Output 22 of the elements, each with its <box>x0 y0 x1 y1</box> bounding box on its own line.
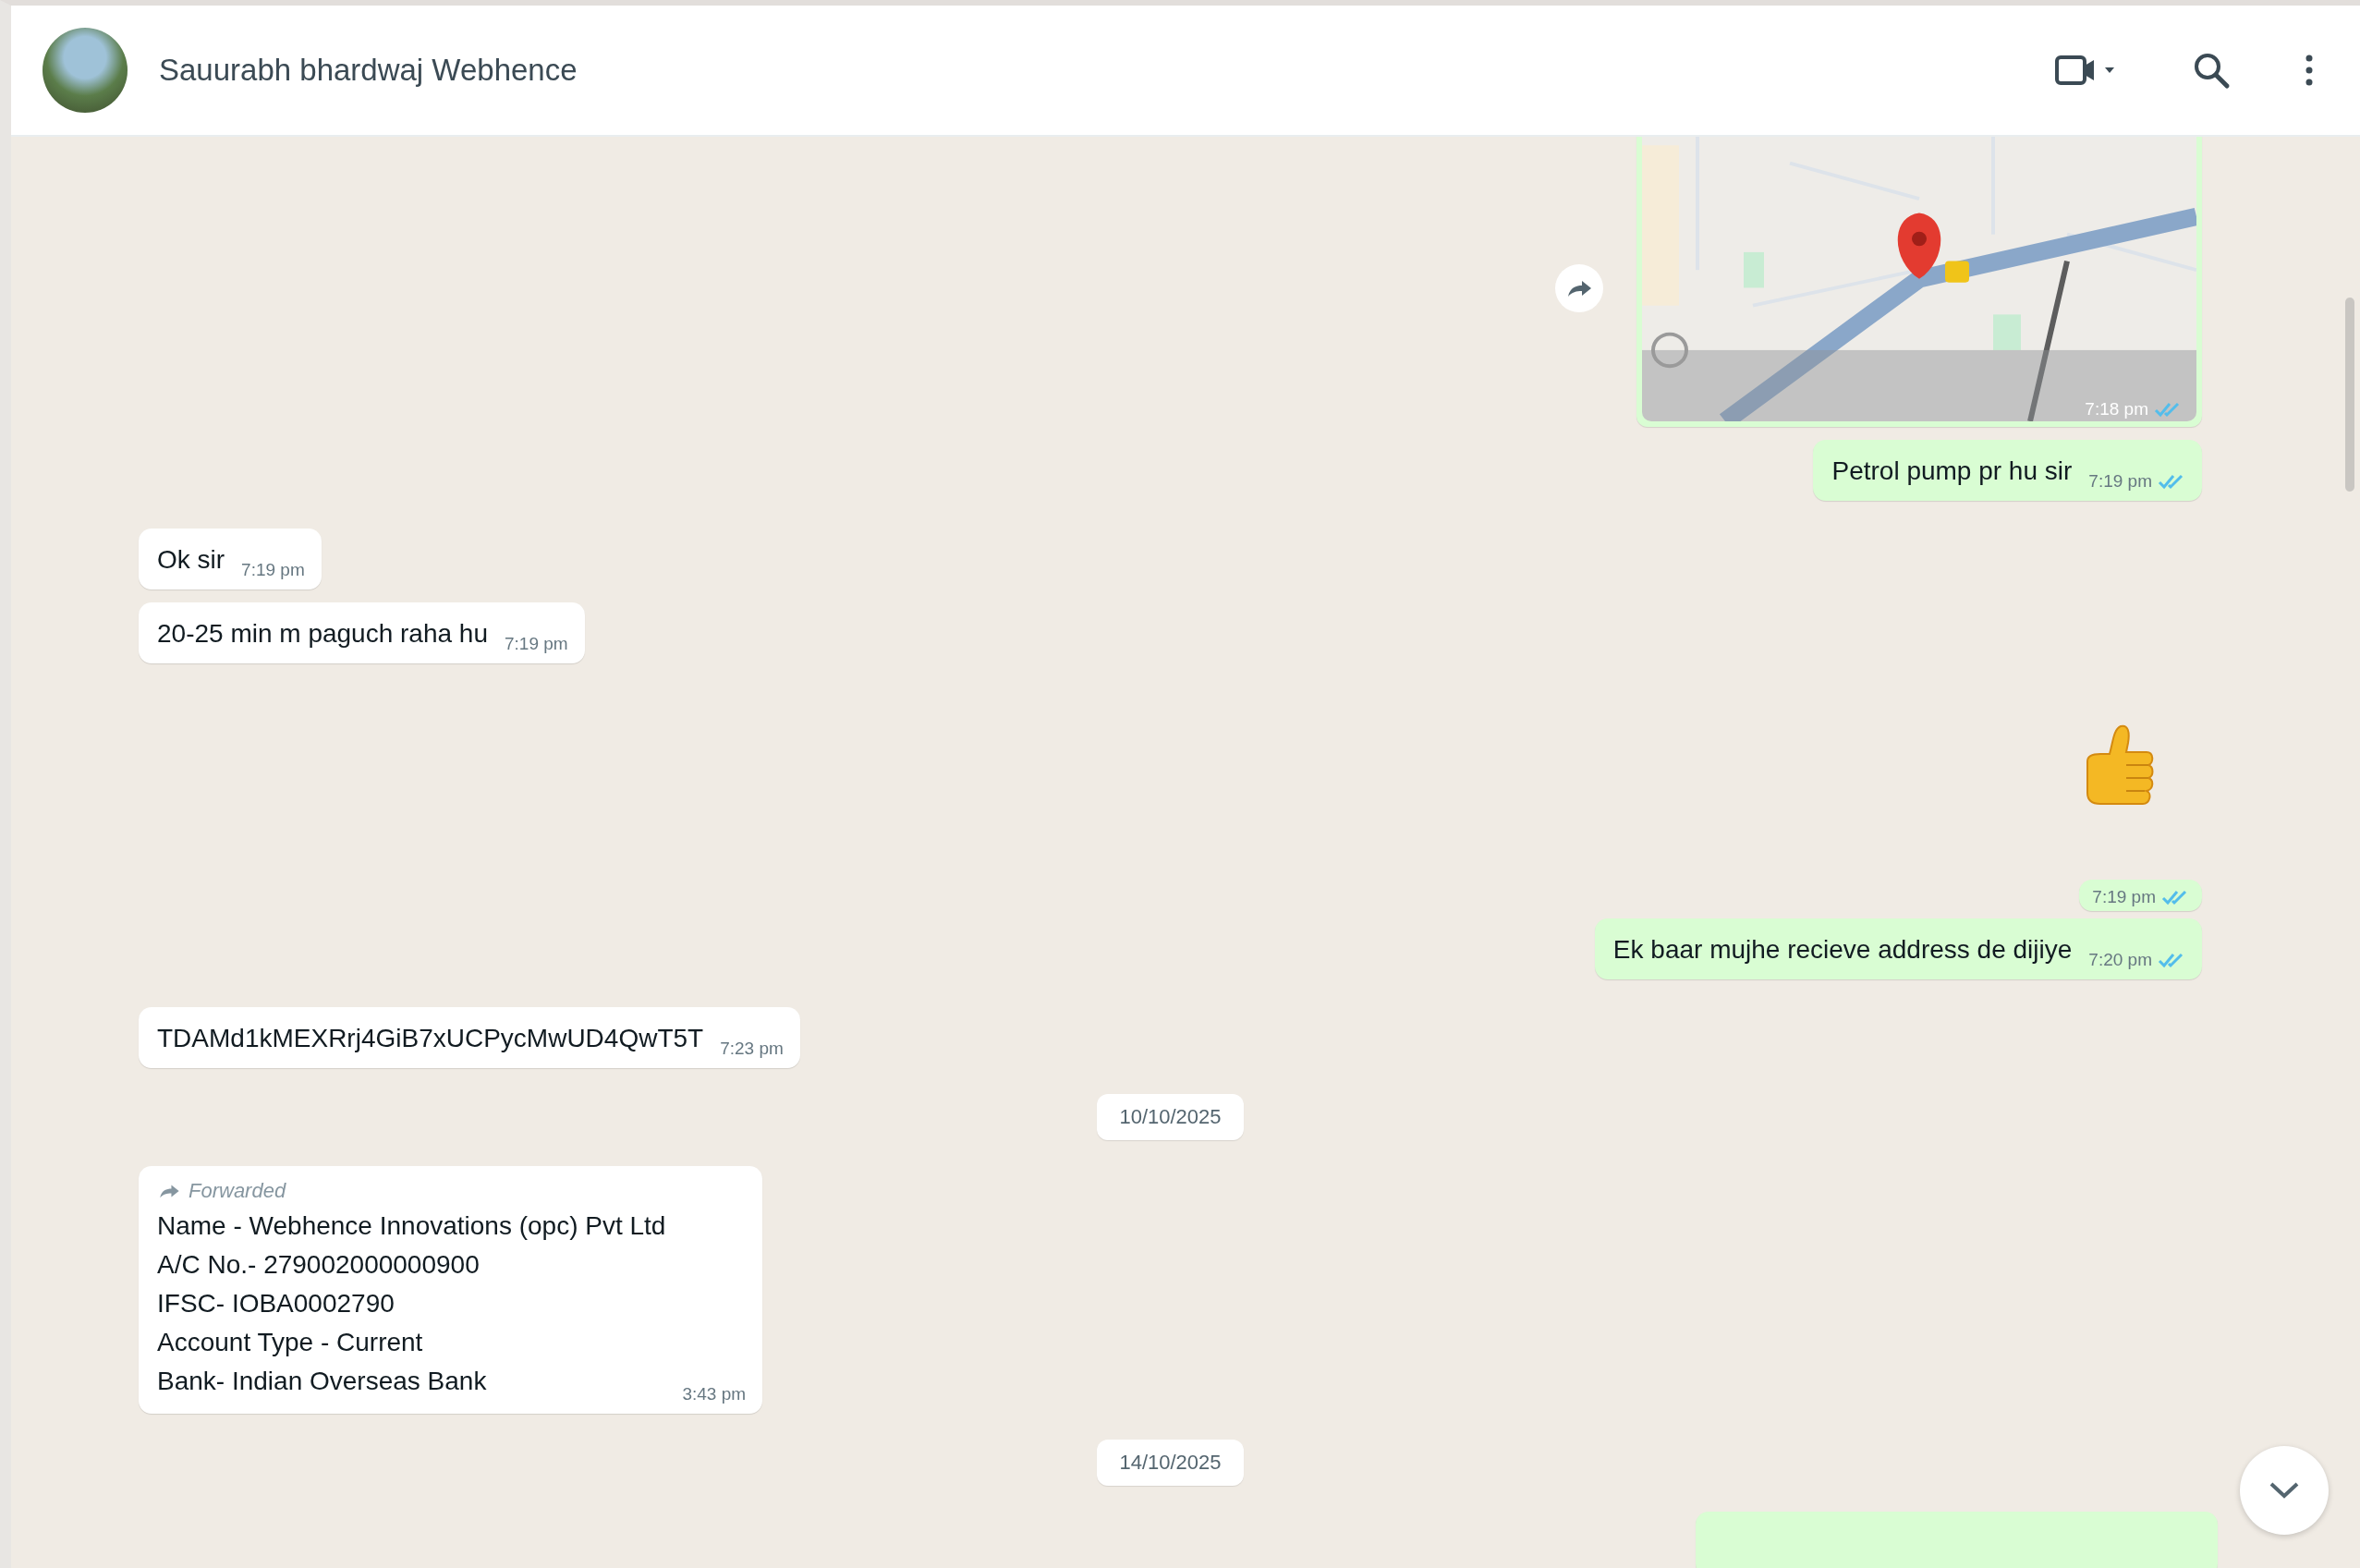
search-icon <box>2192 51 2231 90</box>
message-time: 7:19 pm <box>2092 887 2156 907</box>
message-time: 7:18 pm <box>2085 399 2148 419</box>
scrollbar[interactable] <box>2345 298 2354 492</box>
message-time: 7:19 pm <box>2088 471 2152 492</box>
contact-name[interactable]: Sauurabh bhardwaj Webhence <box>159 53 578 88</box>
message-time: 7:19 pm <box>505 634 568 654</box>
message-text: TDAMd1kMEXRrj4GiB7xUCPycMwUD4QwT5T <box>157 1023 704 1054</box>
message-text: Ok sir <box>157 544 225 576</box>
forward-button[interactable] <box>1555 264 1603 312</box>
forward-arrow-icon <box>157 1183 181 1199</box>
message-time: 7:20 pm <box>2088 950 2152 970</box>
message-time: 3:43 pm <box>682 1384 747 1404</box>
message-text: Ek baar mujhe recieve address de dijiye <box>1612 934 2073 966</box>
forwarded-label: Forwarded <box>189 1179 286 1203</box>
chevron-down-icon <box>2269 1481 2300 1500</box>
forward-arrow-icon <box>1565 278 1593 298</box>
message-time: 7:19 pm <box>241 560 305 580</box>
message-text: Petrol pump pr hu sir <box>1831 456 2073 487</box>
message-text: 20-25 min m paguch raha hu <box>157 618 488 650</box>
message-text: Name - Webhence Innovations (opc) Pvt Ltd A/C No.- 279002000000900 IFSC- IOBA0002790 Account Type - Current Bank- Indian Overseas Bank <box>157 1210 666 1397</box>
message-time: 7:23 pm <box>720 1039 784 1059</box>
